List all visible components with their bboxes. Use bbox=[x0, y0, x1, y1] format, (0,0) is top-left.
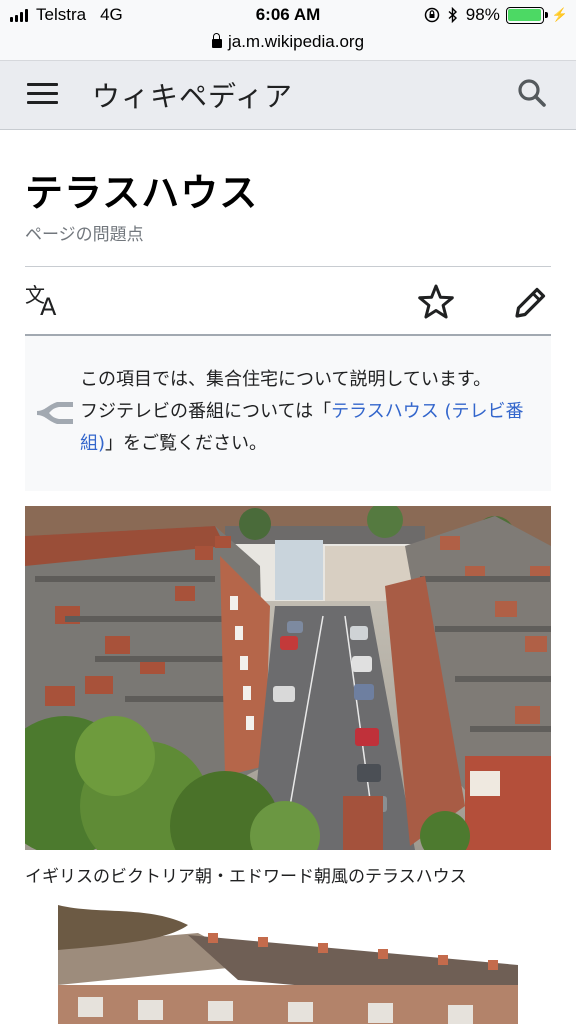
battery-percent: 98% bbox=[465, 5, 500, 24]
url-text[interactable]: ja.m.wikipedia.org bbox=[228, 32, 364, 51]
terraced-houses-photo-2[interactable] bbox=[58, 905, 518, 1024]
hatnote-line-1: この項目では、集合住宅について説明しています。 bbox=[80, 369, 492, 390]
edit-pencil-icon[interactable] bbox=[513, 284, 549, 320]
divider bbox=[25, 266, 551, 267]
battery-icon bbox=[505, 6, 548, 24]
page-issues-link[interactable]: ページの問題点 bbox=[25, 220, 144, 245]
site-header: ウィキペディア bbox=[0, 60, 576, 130]
charging-icon: ⚡ bbox=[551, 7, 568, 22]
status-right: 98% ⚡ bbox=[424, 5, 568, 25]
bluetooth-icon bbox=[448, 7, 457, 23]
url-bar[interactable]: ja.m.wikipedia.org bbox=[0, 30, 576, 60]
terraced-houses-image-2 bbox=[58, 905, 518, 1024]
hatnote-prefix: フジテレビの番組については「 bbox=[80, 401, 332, 422]
terraced-houses-photo[interactable] bbox=[25, 506, 551, 850]
page-title: テラスハウス bbox=[25, 170, 259, 215]
status-bar: Telstra 4G 6:06 AM 98% ⚡ bbox=[0, 0, 576, 30]
search-icon[interactable] bbox=[516, 77, 548, 109]
watch-star-icon[interactable] bbox=[417, 283, 455, 321]
figure-caption: イギリスのビクトリア朝・エドワード朝風のテラスハウス bbox=[25, 867, 467, 887]
language-icon[interactable]: 文 A bbox=[25, 282, 65, 318]
orientation-lock-icon bbox=[424, 7, 440, 23]
hamburger-menu-icon[interactable] bbox=[27, 81, 58, 105]
hatnote-text: この項目では、集合住宅について説明しています。 フジテレビの番組については「テラ… bbox=[80, 364, 542, 460]
hatnote: この項目では、集合住宅について説明しています。 フジテレビの番組については「テラ… bbox=[25, 336, 551, 491]
site-title[interactable]: ウィキペディア bbox=[92, 75, 293, 115]
svg-text:A: A bbox=[40, 293, 57, 318]
hatnote-suffix: 」をご覧ください。 bbox=[105, 433, 268, 454]
lock-icon bbox=[211, 33, 222, 48]
terraced-houses-image bbox=[25, 506, 551, 850]
disambiguation-icon bbox=[37, 402, 73, 424]
